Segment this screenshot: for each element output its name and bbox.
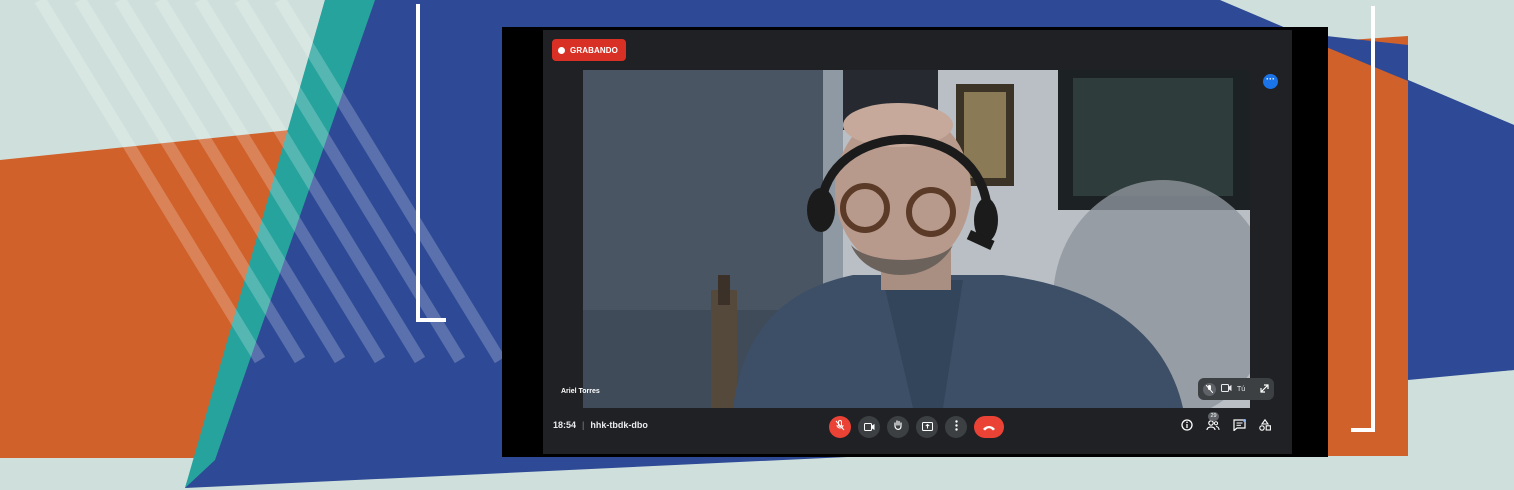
recording-badge: GRABANDO	[552, 39, 626, 61]
camera-toggle-button[interactable]	[858, 416, 880, 438]
mic-off-icon	[835, 418, 845, 436]
call-controls	[829, 416, 1004, 438]
chat-icon	[1232, 418, 1246, 436]
record-dot-icon	[558, 46, 565, 54]
expand-icon[interactable]	[1260, 383, 1269, 395]
meeting-info: 18:54 | hhk-tbdk-dbo	[553, 420, 648, 430]
more-vertical-icon	[954, 418, 958, 436]
people-count-badge: 29	[1208, 412, 1219, 421]
mic-toggle-button[interactable]	[829, 416, 851, 438]
activities-icon	[1259, 418, 1271, 436]
side-panel-controls: 29	[1180, 412, 1272, 436]
meeting-details-button[interactable]	[1180, 418, 1194, 436]
separator: |	[582, 420, 585, 430]
self-camera-icon	[1221, 384, 1232, 394]
camera-icon	[863, 418, 875, 436]
raise-hand-button[interactable]	[887, 416, 909, 438]
decorative-bracket-left	[416, 4, 446, 322]
video-call-window: GRABANDO Ariel Torres ··· Tú 18:54 | hhk…	[502, 27, 1328, 457]
chat-button[interactable]	[1232, 418, 1246, 436]
video-frame-image	[583, 70, 1250, 408]
decorative-bracket-right	[1351, 6, 1375, 432]
self-view-tile[interactable]: Tú	[1198, 378, 1274, 400]
end-call-button[interactable]	[974, 416, 1004, 438]
info-icon	[1181, 418, 1193, 436]
self-label: Tú	[1237, 385, 1246, 393]
present-screen-icon	[921, 418, 933, 436]
meeting-code: hhk-tbdk-dbo	[590, 420, 648, 430]
end-call-icon	[982, 418, 996, 436]
activities-button[interactable]	[1258, 418, 1272, 436]
self-mic-off-icon	[1203, 382, 1216, 396]
participant-name-label: Ariel Torres	[561, 388, 600, 395]
more-options-icon[interactable]: ···	[1263, 74, 1278, 89]
meeting-time: 18:54	[553, 420, 577, 430]
people-button[interactable]: 29	[1206, 412, 1220, 434]
participant-video[interactable]	[583, 70, 1250, 408]
more-actions-button[interactable]	[945, 416, 967, 438]
meeting-stage: GRABANDO Ariel Torres ··· Tú 18:54 | hhk…	[543, 30, 1292, 454]
recording-label: GRABANDO	[570, 45, 618, 55]
raise-hand-icon	[893, 418, 903, 436]
present-screen-button[interactable]	[916, 416, 938, 438]
